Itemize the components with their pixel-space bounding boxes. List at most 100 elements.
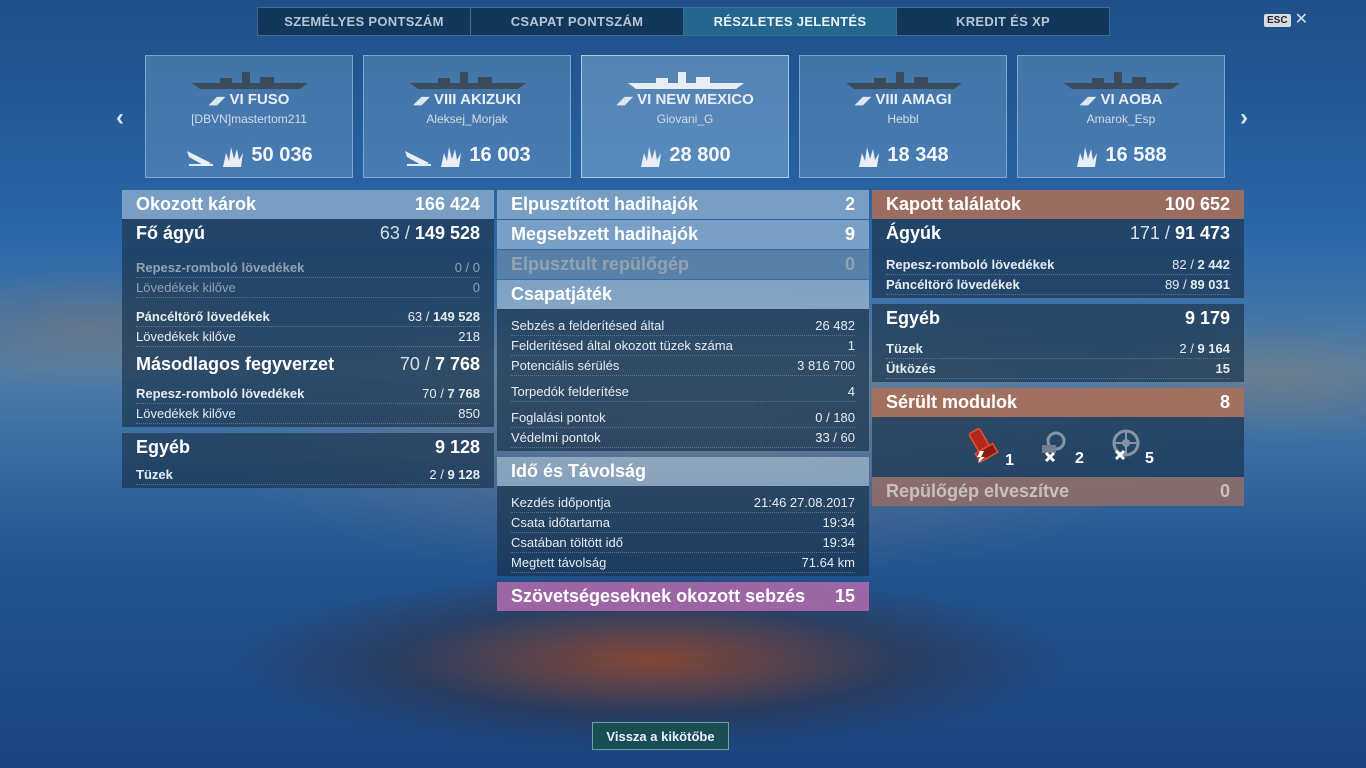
ally-damage-row: Szövetségeseknek okozott sebzés 15	[497, 582, 869, 611]
ship-card[interactable]: ◢◤ VIII AMAGI Hebbl 18 348	[799, 55, 1007, 178]
damage-dealt-total: 166 424	[414, 194, 480, 214]
ship-silhouette-icon	[410, 72, 526, 89]
received-header: Kapott találatok 100 652	[872, 190, 1244, 219]
sec-fired-row: Lövedékek kilőve 850	[136, 404, 480, 424]
teamplay-row: Felderítésed által okozott tüzek száma 1	[511, 336, 855, 356]
guns-received-details: Repesz-romboló lövedékek 82 / 2 442 Páncé…	[872, 248, 1244, 298]
ship-silhouette-icon	[192, 72, 308, 89]
ship-class-icon: ◢◤	[413, 95, 430, 107]
he-fired-row: Lövedékek kilőve 0	[136, 278, 480, 298]
main-battery-header: Fő ágyú 63 / 149 528	[122, 219, 494, 248]
planes-lost-row: Repülőgép elveszítve 0	[872, 477, 1244, 506]
player-name: Hebbl	[887, 112, 919, 126]
ship-card[interactable]: ◢◤ VI FUSO [DBVN]mastertom211 50 036	[145, 55, 353, 178]
turret-module: 1	[962, 425, 1014, 470]
score-row: 50 036	[146, 144, 352, 167]
ram-received-row: Ütközés 15	[886, 359, 1230, 379]
damaged-modules-header: Sérült modulok 8	[872, 388, 1244, 417]
ship-name: ◢◤ VIII AMAGI	[854, 91, 952, 108]
ship-class-icon: ◢◤	[616, 95, 634, 107]
ship-class-icon: ◢◤	[1079, 95, 1097, 107]
report-tabs: SZEMÉLYES PONTSZÁM CSAPAT PONTSZÁM RÉSZL…	[257, 7, 1110, 36]
sec-he-row: Repesz-romboló lövedékek 70 / 7 768	[136, 384, 480, 404]
secondary-label: Másodlagos fegyverzet	[136, 354, 335, 374]
ship-name: ◢◤ VIII AKIZUKI	[413, 91, 521, 108]
other-received-header: Egyéb 9 179	[872, 304, 1244, 333]
ship-card[interactable]: ◢◤ VIII AKIZUKI Aleksej_Morjak 16 003	[363, 55, 571, 178]
turret-icon	[962, 425, 1002, 470]
guns-received-header: Ágyúk 171 / 91 473	[872, 219, 1244, 248]
tab-team-score[interactable]: CSAPAT PONTSZÁM	[471, 8, 684, 35]
ap-received-row: Páncéltörő lövedékek 89 / 89 031	[886, 275, 1230, 295]
ship-silhouette-icon	[1064, 72, 1180, 89]
time-distance-details: Kezdés időpontja 21:46 27.08.2017 Csata i…	[497, 486, 869, 576]
player-name: Amarok_Esp	[1086, 112, 1156, 126]
ship-class-icon: ◢◤	[208, 95, 226, 107]
teamplay-row: Foglalási pontok 0 / 180	[511, 408, 855, 428]
ship-score: 16 003	[469, 144, 531, 166]
explosion-icon	[441, 146, 462, 167]
score-row: 28 800	[582, 144, 788, 167]
other-damage-details: Tüzek 2 / 9 128	[122, 462, 494, 488]
close-control[interactable]: ESC ✕	[1264, 12, 1308, 28]
back-to-port-button[interactable]: Vissza a kikötőbe	[592, 722, 729, 750]
ap-row: Páncéltörő lövedékek 63 / 149 528	[136, 307, 480, 327]
main-battery-details: Repesz-romboló lövedékek 0 / 0 Lövedékek …	[122, 248, 494, 350]
teamplay-row: Védelmi pontok 33 / 60	[511, 428, 855, 448]
player-name: Giovani_G	[656, 112, 714, 126]
ship-card[interactable]: ◢◤ VI NEW MEXICO Giovani_G 28 800	[581, 55, 789, 178]
tab-detailed-report[interactable]: RÉSZLETES JELENTÉS	[684, 8, 897, 35]
planes-destroyed-row: Elpusztult repülőgép 0	[497, 250, 869, 279]
engine-icon	[1036, 427, 1072, 468]
he-received-row: Repesz-romboló lövedékek 82 / 2 442	[886, 255, 1230, 275]
tab-personal-score[interactable]: SZEMÉLYES PONTSZÁM	[258, 8, 471, 35]
ship-score: 50 036	[251, 144, 313, 166]
score-row: 18 348	[800, 144, 1006, 167]
damage-received-panel: Kapott találatok 100 652 Ágyúk 171 / 91 4…	[872, 190, 1244, 506]
ship-silhouette-icon	[846, 72, 962, 89]
teamplay-row: Sebzés a felderítésed által 26 482	[511, 316, 855, 336]
ship-name: ◢◤ VI FUSO	[208, 91, 290, 108]
tab-credits-xp[interactable]: KREDIT ÉS XP	[897, 8, 1109, 35]
next-arrow-icon[interactable]: ›	[1240, 104, 1248, 132]
explosion-icon	[1077, 146, 1098, 167]
fires-received-row: Tüzek 2 / 9 164	[886, 339, 1230, 359]
other-damage-header: Egyéb 9 128	[122, 433, 494, 462]
he-row: Repesz-romboló lövedékek 0 / 0	[136, 258, 480, 278]
explosion-icon	[223, 146, 244, 167]
engine-module: 2	[1036, 427, 1084, 468]
ship-silhouette-icon	[628, 72, 744, 89]
time-row: Csatában töltött idő 19:34	[511, 533, 855, 553]
explosion-icon	[641, 146, 662, 167]
time-row: Megtett távolság 71.64 km	[511, 553, 855, 573]
teamplay-row: Potenciális sérülés 3 816 700	[511, 356, 855, 376]
steering-module: 5	[1106, 427, 1154, 468]
fires-row: Tüzek 2 / 9 128	[136, 465, 480, 485]
time-row: Kezdés időpontja 21:46 27.08.2017	[511, 493, 855, 513]
sinking-ship-icon	[405, 150, 432, 166]
separator: /	[404, 223, 410, 243]
damaged-modules-details: 1 2 5	[872, 417, 1244, 477]
player-name: [DBVN]mastertom211	[191, 112, 307, 126]
ap-fired-row: Lövedékek kilőve 218	[136, 327, 480, 347]
teamplay-row: Torpedók felderítése 4	[511, 382, 855, 402]
ship-score: 18 348	[887, 144, 949, 166]
player-name: Aleksej_Morjak	[426, 112, 508, 126]
main-battery-hits: 63	[379, 223, 400, 243]
damaged-ships-row: Megsebzett hadihajók 9	[497, 220, 869, 249]
sinking-ship-icon	[187, 150, 214, 166]
damage-dealt-label: Okozott károk	[136, 194, 257, 214]
close-icon[interactable]: ✕	[1295, 12, 1308, 28]
ship-name: ◢◤ VI NEW MEXICO	[616, 91, 754, 108]
ship-name: ◢◤ VI AOBA	[1079, 91, 1163, 108]
secondary-header: Másodlagos fegyverzet 70 / 7 768	[122, 350, 494, 379]
prev-arrow-icon[interactable]: ‹	[116, 104, 124, 132]
combat-panel: Elpusztított hadihajók 2 Megsebzett hadih…	[497, 190, 869, 611]
time-distance-header: Idő és Távolság	[497, 457, 869, 486]
ship-card[interactable]: ◢◤ VI AOBA Amarok_Esp 16 588	[1017, 55, 1225, 178]
main-battery-damage: 149 528	[414, 223, 480, 243]
score-row: 16 588	[1018, 144, 1224, 167]
teamplay-header: Csapatjáték	[497, 280, 869, 309]
main-battery-label: Fő ágyú	[136, 223, 206, 243]
secondary-details: Repesz-romboló lövedékek 70 / 7 768 Löved…	[122, 379, 494, 427]
